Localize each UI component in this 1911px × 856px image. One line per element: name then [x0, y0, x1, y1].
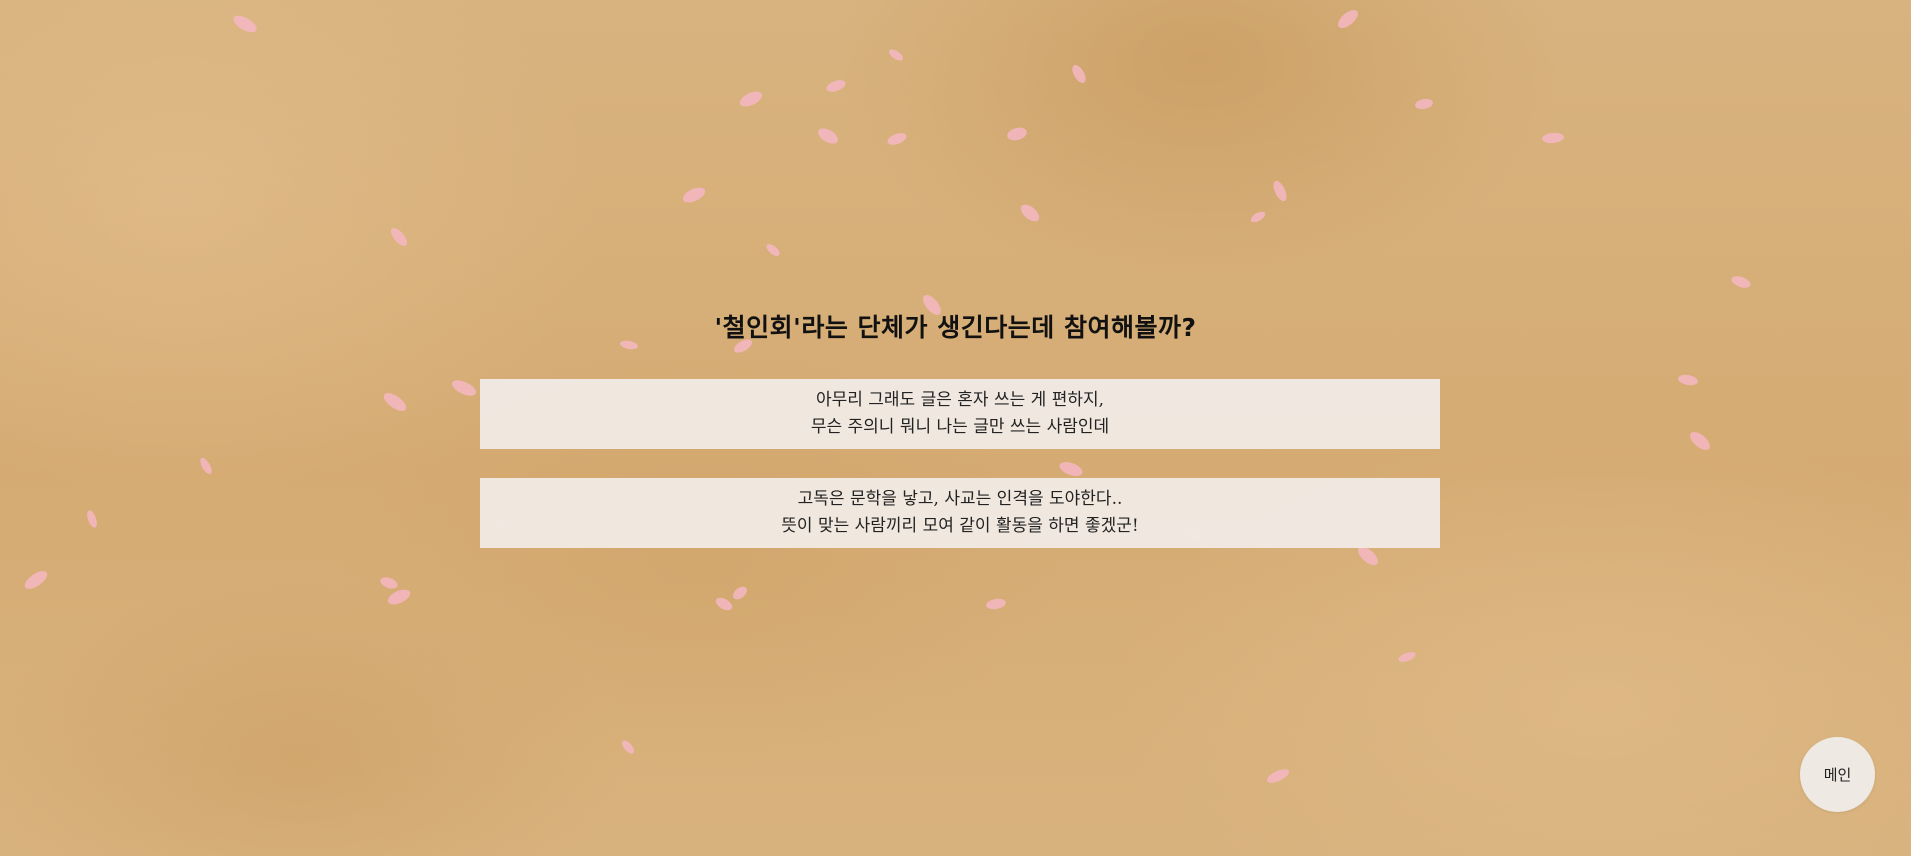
petal-icon: [87, 510, 97, 528]
petal-icon: [733, 586, 747, 600]
choice-card-line: 무슨 주의니 뭐니 나는 글만 쓰는 사람인데: [810, 417, 1110, 437]
petal-icon: [986, 598, 1006, 610]
choice-card-line: 고독은 문학을 낳고, 사교는 인격을 도야한다..: [797, 489, 1123, 509]
petal-icon: [1690, 432, 1710, 450]
petal-icon: [1731, 276, 1751, 288]
petal-icon: [887, 133, 907, 145]
petal-icon: [739, 91, 763, 107]
petal-icon: [826, 80, 846, 92]
page-title: '철인회'라는 단체가 생긴다는데 참여해볼까?: [714, 313, 1197, 342]
main-menu-button[interactable]: 메인: [1800, 737, 1875, 812]
petal-icon: [380, 577, 398, 589]
choice-card-solitary[interactable]: 아무리 그래도 글은 혼자 쓰는 게 편하지, 무슨 주의니 뭐니 나는 글만 …: [480, 379, 1440, 449]
petal-icon: [818, 128, 838, 144]
petal-icon: [622, 740, 634, 754]
petal-icon: [889, 49, 903, 61]
petal-icon: [1273, 180, 1287, 202]
petal-icon: [1007, 127, 1027, 141]
petal-icon: [1415, 98, 1433, 110]
petal-icon: [1678, 374, 1698, 386]
petal-icon: [387, 589, 411, 605]
choice-card-join[interactable]: 고독은 문학을 낳고, 사교는 인격을 도야한다.. 뜻이 맞는 사람끼리 모여…: [480, 478, 1440, 548]
petal-icon: [200, 457, 212, 475]
petal-icon: [233, 15, 257, 33]
petal-icon: [1072, 64, 1086, 84]
petal-icon: [682, 187, 706, 203]
choice-card-line: 뜻이 맞는 사람끼리 모여 같이 활동을 하면 좋겠군!: [781, 516, 1139, 536]
petal-icon: [1020, 204, 1040, 222]
main-menu-button-label: 메인: [1823, 766, 1852, 784]
petal-icon: [1398, 652, 1416, 662]
petal-icon: [766, 244, 780, 256]
petal-icon: [383, 393, 407, 411]
petal-icon: [1266, 769, 1290, 783]
petal-icon: [1250, 211, 1266, 223]
petal-icon: [24, 571, 48, 589]
choice-card-line: 아무리 그래도 글은 혼자 쓰는 게 편하지,: [815, 390, 1105, 410]
petal-icon: [390, 227, 408, 247]
petal-icon: [451, 380, 477, 396]
petal-icon: [715, 597, 733, 611]
petal-icon: [1059, 462, 1083, 476]
petal-icon: [1542, 132, 1564, 144]
petal-icon: [1338, 10, 1358, 28]
